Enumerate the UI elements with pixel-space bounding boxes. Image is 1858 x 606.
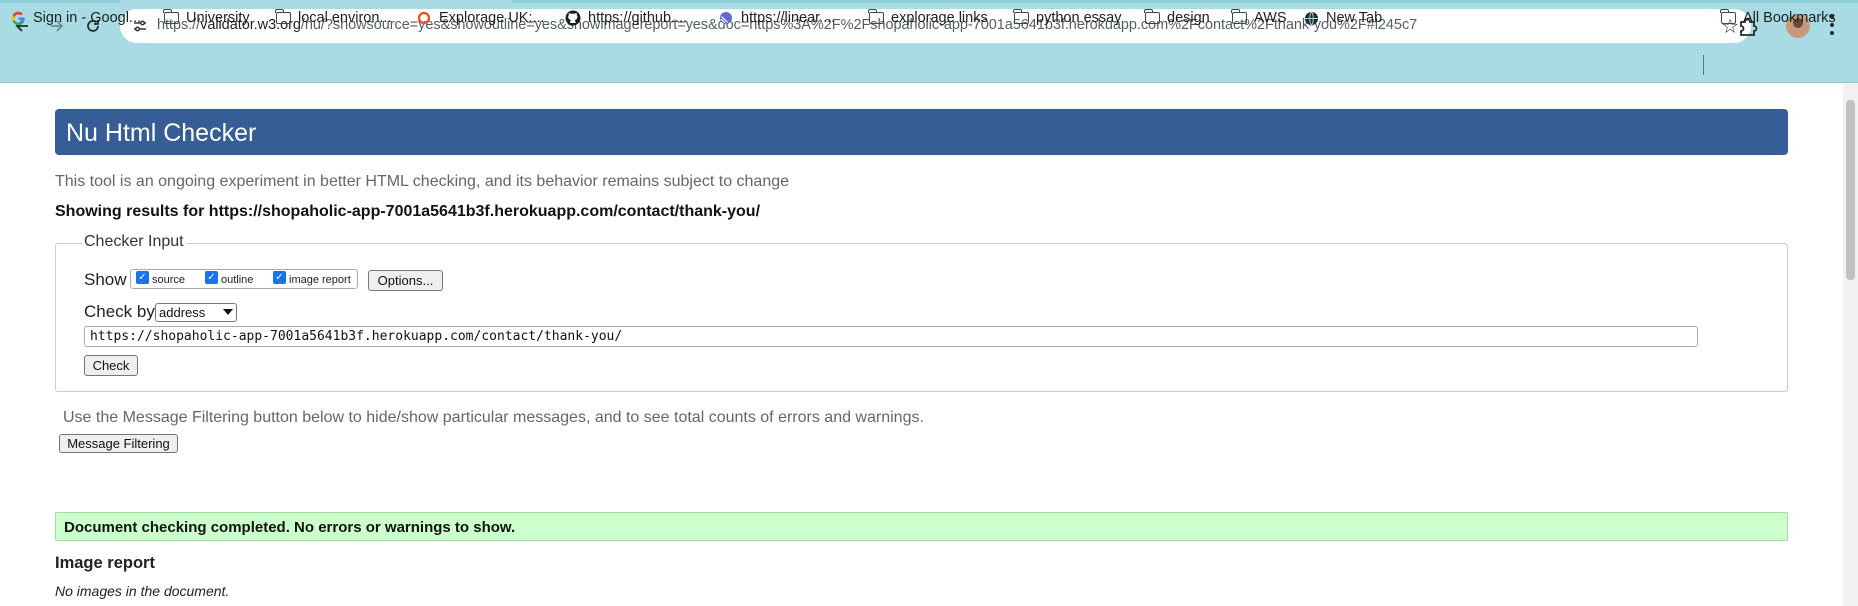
- bookmark-label: https://linear....: [741, 10, 836, 26]
- folder-icon: [1012, 9, 1029, 26]
- bookmark-label: explorage links: [891, 10, 988, 26]
- check-by-select[interactable]: address: [155, 303, 237, 322]
- results-heading: Showing results for https://shopaholic-a…: [55, 203, 761, 220]
- check-by-label: Check by: [84, 302, 155, 321]
- github-icon: [565, 10, 581, 26]
- chevron-down-icon: [223, 309, 233, 315]
- folder-icon: [867, 9, 884, 26]
- message-filtering-button[interactable]: Message Filtering: [59, 434, 178, 453]
- bookmark-python-essay[interactable]: python essay: [1012, 6, 1122, 30]
- folder-icon: [1143, 9, 1160, 26]
- checker-input-legend: Checker Input: [82, 233, 186, 251]
- tab-strip-edge: [0, 0, 120, 3]
- google-icon: [10, 10, 26, 26]
- image-report-checkbox-label[interactable]: image report: [289, 274, 351, 286]
- bookmark-aws[interactable]: AWS: [1230, 6, 1287, 30]
- bookmark-github[interactable]: https://github....: [565, 6, 687, 30]
- page-title: Nu Html Checker: [66, 119, 257, 147]
- bookmarks-separator: [1703, 55, 1704, 75]
- checker-input-fieldset: [55, 243, 1788, 392]
- bookmark-local-environ[interactable]: local environ...: [274, 6, 392, 30]
- bookmark-university[interactable]: University: [162, 6, 250, 30]
- success-text: Document checking completed. No errors o…: [64, 519, 516, 536]
- image-report-heading: Image report: [55, 554, 155, 572]
- outline-checkbox[interactable]: ✓: [205, 271, 218, 284]
- success-message: Document checking completed. No errors o…: [55, 512, 1788, 541]
- no-images-note: No images in the document.: [55, 583, 230, 599]
- options-button[interactable]: Options...: [368, 270, 443, 291]
- bookmark-explorage-uk[interactable]: Explorage UK:...: [416, 6, 545, 30]
- bookmark-label: Sign in - Googl...: [33, 10, 141, 26]
- bookmark-label: https://github....: [588, 10, 688, 26]
- explorage-icon: [416, 10, 432, 26]
- all-bookmarks-button[interactable]: All Bookmarks: [1719, 6, 1836, 30]
- tagline: This tool is an ongoing experiment in be…: [55, 173, 790, 190]
- address-input[interactable]: https://shopaholic-app-7001a5641b3f.hero…: [84, 326, 1698, 347]
- outline-checkbox-label[interactable]: outline: [221, 274, 253, 286]
- bookmark-new-tab[interactable]: New Tab: [1303, 6, 1382, 30]
- source-checkbox-label[interactable]: source: [152, 274, 185, 286]
- source-checkbox[interactable]: ✓: [136, 271, 149, 284]
- bookmark-label: Explorage UK:...: [439, 10, 545, 26]
- bookmark-linear[interactable]: https://linear....: [718, 6, 835, 30]
- bookmark-design[interactable]: design: [1143, 6, 1210, 30]
- bookmark-label: design: [1167, 10, 1210, 26]
- checker-header: Nu Html Checker: [55, 109, 1788, 155]
- folder-icon: [162, 9, 179, 26]
- bookmark-label: University: [186, 10, 250, 26]
- folder-icon: [274, 9, 291, 26]
- tab-strip-edge: [512, 0, 1858, 3]
- image-report-checkbox[interactable]: ✓: [273, 271, 286, 284]
- bookmark-explorage-links[interactable]: explorage links: [867, 6, 988, 30]
- check-by-value: address: [159, 305, 206, 320]
- bookmark-google[interactable]: Sign in - Googl...: [10, 6, 141, 30]
- bookmark-label: local environ...: [298, 10, 392, 26]
- folder-icon: [1230, 9, 1247, 26]
- bookmark-label: AWS: [1254, 10, 1287, 26]
- folder-icon: [1719, 9, 1736, 26]
- linear-icon: [718, 10, 734, 26]
- all-bookmarks-label: All Bookmarks: [1743, 10, 1836, 26]
- filter-note: Use the Message Filtering button below t…: [63, 409, 924, 426]
- scrollbar-thumb[interactable]: [1846, 100, 1855, 280]
- check-button[interactable]: Check: [84, 355, 138, 376]
- show-label: Show: [84, 270, 127, 289]
- bookmark-label: New Tab: [1326, 10, 1383, 26]
- bookmarks-bar: [0, 48, 1858, 83]
- bookmark-label: python essay: [1036, 10, 1122, 26]
- globe-icon: [1303, 10, 1319, 26]
